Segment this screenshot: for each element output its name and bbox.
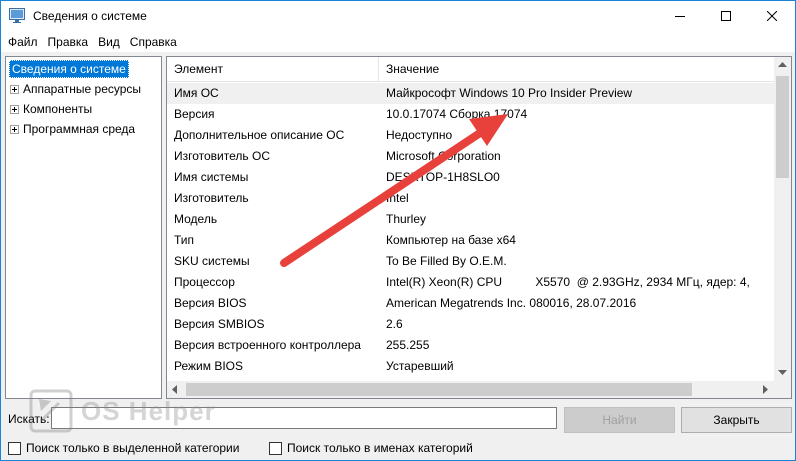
cell-value: 2.6 <box>386 317 403 331</box>
menu-bar: Файл Правка Вид Справка <box>1 31 795 52</box>
horizontal-scroll-thumb[interactable] <box>186 383 692 396</box>
expand-icon[interactable] <box>10 84 19 94</box>
horizontal-scrollbar[interactable] <box>167 381 774 398</box>
cell-value: Недоступно <box>386 128 453 142</box>
checkbox-box[interactable] <box>8 441 21 455</box>
cell-value: Microsoft Corporation <box>386 149 501 163</box>
menu-edit[interactable]: Правка <box>43 32 94 52</box>
column-header-item[interactable]: Элемент <box>167 57 379 82</box>
expand-icon[interactable] <box>10 104 19 114</box>
scroll-down-icon[interactable] <box>778 370 787 376</box>
cell-item: Режим BIOS <box>174 359 244 373</box>
cell-value: Компьютер на базе x64 <box>386 233 516 247</box>
cell-item: Версия BIOS <box>174 296 247 310</box>
menu-view[interactable]: Вид <box>93 32 125 52</box>
checkbox-label: Поиск только в выделенной категории <box>26 441 240 455</box>
tree-item-hardware[interactable]: Аппаратные ресурсы <box>10 80 141 98</box>
cell-item: Тип <box>174 233 195 247</box>
cell-item: Модель <box>174 212 218 226</box>
scroll-up-icon[interactable] <box>778 62 787 68</box>
table-row[interactable]: Процессор Intel(R) Xeon(R) CPU X5570 @ 2.… <box>167 272 774 293</box>
cell-value: 10.0.17074 Сборка 17074 <box>386 107 528 121</box>
table-row[interactable]: Версия встроенного контроллера 255.255 <box>167 335 774 356</box>
column-header-value[interactable]: Значение <box>379 57 774 82</box>
cell-value: DESKTOP-1H8SLO0 <box>386 170 500 184</box>
maximize-icon <box>721 11 731 21</box>
scroll-right-icon[interactable] <box>763 385 769 394</box>
minimize-icon <box>675 16 685 17</box>
checkbox-selected-category[interactable]: Поиск только в выделенной категории <box>8 441 239 455</box>
cell-item: Версия <box>174 107 215 121</box>
tree-item-software[interactable]: Программная среда <box>10 120 135 138</box>
tree-item-label: Аппаратные ресурсы <box>23 82 142 96</box>
table-row[interactable]: Версия 10.0.17074 Сборка 17074 <box>167 104 774 125</box>
expand-icon[interactable] <box>10 124 19 134</box>
close-button[interactable]: Закрыть <box>681 407 792 433</box>
cell-item: Имя системы <box>174 170 249 184</box>
cell-value: American Megatrends Inc. 080016, 28.07.2… <box>386 296 637 310</box>
maximize-button[interactable] <box>703 1 749 31</box>
cell-value: 255.255 <box>386 338 430 352</box>
title-bar[interactable]: Сведения о системе <box>1 1 795 31</box>
cell-item: Изготовитель ОС <box>174 149 270 163</box>
vertical-scrollbar[interactable] <box>774 57 791 381</box>
close-window-button[interactable] <box>749 1 795 31</box>
table-row[interactable]: Имя системы DESKTOP-1H8SLO0 <box>167 167 774 188</box>
table-row[interactable]: Версия BIOS American Megatrends Inc. 0800… <box>167 293 774 314</box>
cell-value: Intel(R) Xeon(R) CPU X5570 @ 2.93GHz, 29… <box>386 275 754 289</box>
tree-item-components[interactable]: Компоненты <box>10 100 92 118</box>
cell-value: Майкрософт Windows 10 Pro Insider Previe… <box>386 86 633 100</box>
cell-value: Устаревший <box>386 359 454 373</box>
table-row[interactable]: Модель Thurley <box>167 209 774 230</box>
system-info-window: Сведения о системе Файл Правка Вид Справ… <box>0 0 796 461</box>
table-row[interactable]: Тип Компьютер на базе x64 <box>167 230 774 251</box>
system-info-icon <box>9 8 25 23</box>
vertical-scroll-thumb[interactable] <box>776 76 789 178</box>
table-row[interactable]: Версия SMBIOS 2.6 <box>167 314 774 335</box>
tree-item-label: Компоненты <box>23 102 93 116</box>
menu-file[interactable]: Файл <box>3 32 43 52</box>
category-tree[interactable]: Сведения о системе Аппаратные ресурсы Ко… <box>5 56 162 399</box>
checkbox-label: Поиск только в именах категорий <box>287 441 473 455</box>
cell-item: Дополнительное описание ОС <box>174 128 345 142</box>
cell-item: Изготовитель <box>174 191 249 205</box>
cell-item: SKU системы <box>174 254 250 268</box>
table-row[interactable]: Изготовитель Intel <box>167 188 774 209</box>
table-row[interactable]: Режим BIOS Устаревший <box>167 356 774 377</box>
cell-item: Версия встроенного контроллера <box>174 338 361 352</box>
table-row[interactable]: Изготовитель ОС Microsoft Corporation <box>167 146 774 167</box>
close-icon <box>767 11 777 21</box>
list-rows: Имя ОС Майкрософт Windows 10 Pro Insider … <box>167 83 774 377</box>
scroll-left-icon[interactable] <box>172 385 178 394</box>
details-list: Элемент Значение Имя ОС Майкрософт Window… <box>166 56 792 399</box>
search-label: Искать: <box>8 412 50 426</box>
tree-item-system-summary[interactable]: Сведения о системе <box>9 60 129 78</box>
cell-item: Имя ОС <box>174 86 219 100</box>
checkbox-category-names[interactable]: Поиск только в именах категорий <box>269 441 473 455</box>
minimize-button[interactable] <box>657 1 703 31</box>
cell-item: Процессор <box>174 275 235 289</box>
tree-item-label: Программная среда <box>23 122 136 136</box>
table-row[interactable]: SKU системы To Be Filled By O.E.M. <box>167 251 774 272</box>
scrollbar-corner <box>774 381 791 398</box>
window-title: Сведения о системе <box>33 9 147 23</box>
checkbox-box[interactable] <box>269 441 282 455</box>
search-input[interactable] <box>51 407 557 429</box>
find-button[interactable]: Найти <box>564 407 675 433</box>
list-header: Элемент Значение <box>167 57 774 82</box>
cell-value: Thurley <box>386 212 427 226</box>
cell-value: Intel <box>386 191 409 205</box>
table-row[interactable]: Имя ОС Майкрософт Windows 10 Pro Insider … <box>167 83 774 104</box>
table-row[interactable]: Дополнительное описание ОС Недоступно <box>167 125 774 146</box>
menu-help[interactable]: Справка <box>125 32 182 52</box>
cell-item: Версия SMBIOS <box>174 317 265 331</box>
tree-item-label: Сведения о системе <box>9 60 129 78</box>
cell-value: To Be Filled By O.E.M. <box>386 254 507 268</box>
